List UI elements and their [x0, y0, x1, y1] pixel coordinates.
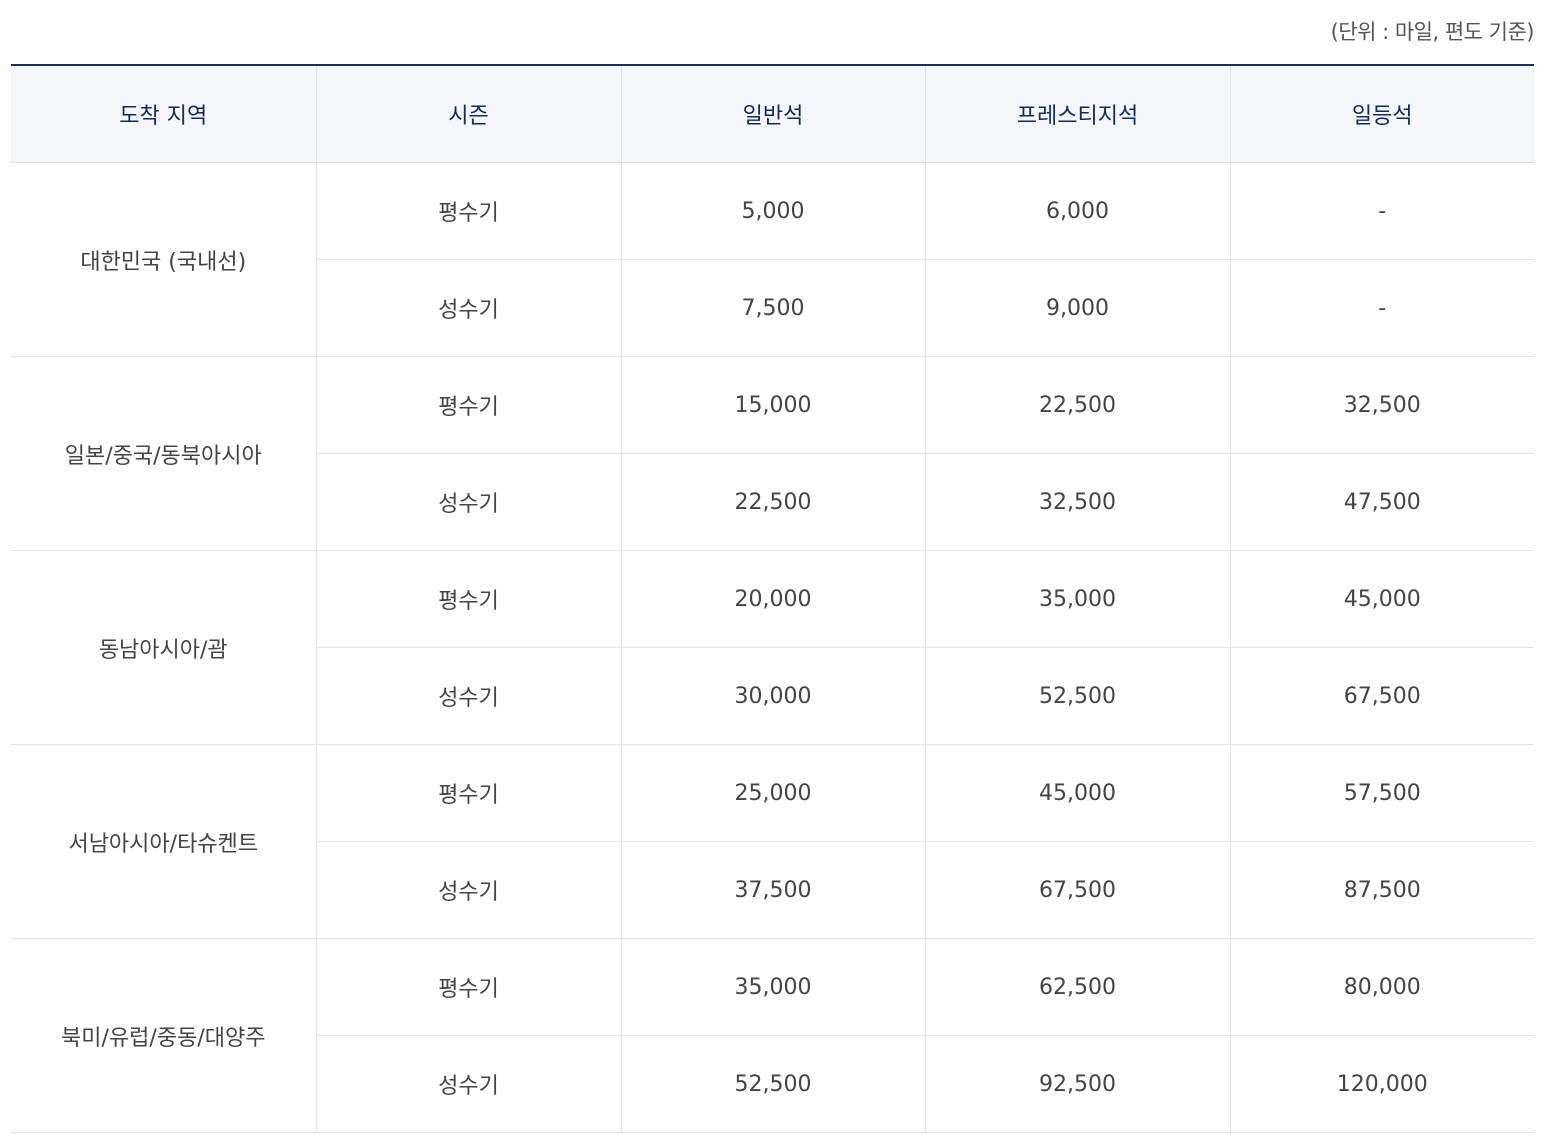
header-season: 시즌 — [315, 64, 621, 163]
table-row: 동남아시아/괌 평수기 20,000 35,000 45,000 — [11, 550, 1534, 745]
season-cell: 평수기 — [315, 550, 621, 648]
header-row: 도착 지역 시즌 일반석 프레스티지석 일등석 — [11, 64, 1534, 163]
prestige-cell: 32,500 — [924, 453, 1230, 551]
season-cell: 성수기 — [315, 841, 621, 939]
table-row: 서남아시아/타슈켄트 평수기 25,000 45,000 57,500 — [11, 744, 1534, 939]
prestige-cell: 9,000 — [924, 259, 1230, 357]
season-cell: 성수기 — [315, 259, 621, 357]
season-cell: 성수기 — [315, 1035, 621, 1133]
economy-cell: 7,500 — [620, 259, 925, 357]
season-cell: 성수기 — [315, 647, 621, 745]
prestige-cell: 45,000 — [924, 744, 1230, 842]
header-economy: 일반석 — [620, 64, 925, 163]
table-row: 북미/유럽/중동/대양주 평수기 35,000 62,500 80,000 — [11, 938, 1534, 1133]
season-cell: 평수기 — [315, 938, 621, 1036]
season-cell: 성수기 — [315, 453, 621, 551]
first-cell: 32,500 — [1229, 356, 1534, 454]
prestige-cell: 35,000 — [924, 550, 1230, 648]
season-cell: 평수기 — [315, 356, 621, 454]
header-region: 도착 지역 — [11, 64, 316, 163]
prestige-cell: 92,500 — [924, 1035, 1230, 1133]
region-cell: 북미/유럽/중동/대양주 — [11, 938, 316, 1133]
economy-cell: 5,000 — [620, 162, 925, 260]
mileage-table: 도착 지역 시즌 일반석 프레스티지석 일등석 대한민국 (국내선) 평수기 5… — [11, 64, 1534, 1133]
region-cell: 서남아시아/타슈켄트 — [11, 744, 316, 939]
first-cell: 87,500 — [1229, 841, 1534, 939]
first-cell: 120,000 — [1229, 1035, 1534, 1133]
region-cell: 일본/중국/동북아시아 — [11, 356, 316, 551]
prestige-cell: 22,500 — [924, 356, 1230, 454]
unit-note: (단위 : 마일, 편도 기준) — [1330, 20, 1535, 44]
mileage-award-chart: (단위 : 마일, 편도 기준) 도착 지역 시즌 일반석 프레스티지석 일등석… — [0, 0, 1551, 1146]
first-cell: 57,500 — [1229, 744, 1534, 842]
header-first: 일등석 — [1229, 64, 1534, 163]
first-cell: 67,500 — [1229, 647, 1534, 745]
first-cell: 80,000 — [1229, 938, 1534, 1036]
prestige-cell: 6,000 — [924, 162, 1230, 260]
first-cell: - — [1229, 259, 1534, 357]
first-cell: - — [1229, 162, 1534, 260]
table-row: 대한민국 (국내선) 평수기 5,000 6,000 - — [11, 162, 1534, 357]
economy-cell: 25,000 — [620, 744, 925, 842]
prestige-cell: 67,500 — [924, 841, 1230, 939]
first-cell: 45,000 — [1229, 550, 1534, 648]
prestige-cell: 62,500 — [924, 938, 1230, 1036]
season-cell: 평수기 — [315, 744, 621, 842]
region-cell: 대한민국 (국내선) — [11, 162, 316, 357]
economy-cell: 20,000 — [620, 550, 925, 648]
economy-cell: 15,000 — [620, 356, 925, 454]
economy-cell: 37,500 — [620, 841, 925, 939]
table-header: 도착 지역 시즌 일반석 프레스티지석 일등석 — [11, 64, 1534, 163]
economy-cell: 22,500 — [620, 453, 925, 551]
economy-cell: 52,500 — [620, 1035, 925, 1133]
first-cell: 47,500 — [1229, 453, 1534, 551]
economy-cell: 35,000 — [620, 938, 925, 1036]
header-prestige: 프레스티지석 — [924, 64, 1230, 163]
table-row: 일본/중국/동북아시아 평수기 15,000 22,500 32,500 — [11, 356, 1534, 551]
economy-cell: 30,000 — [620, 647, 925, 745]
season-cell: 평수기 — [315, 162, 621, 260]
prestige-cell: 52,500 — [924, 647, 1230, 745]
region-cell: 동남아시아/괌 — [11, 550, 316, 745]
table-body: 대한민국 (국내선) 평수기 5,000 6,000 - 성수기 7,500 9… — [11, 162, 1534, 1133]
